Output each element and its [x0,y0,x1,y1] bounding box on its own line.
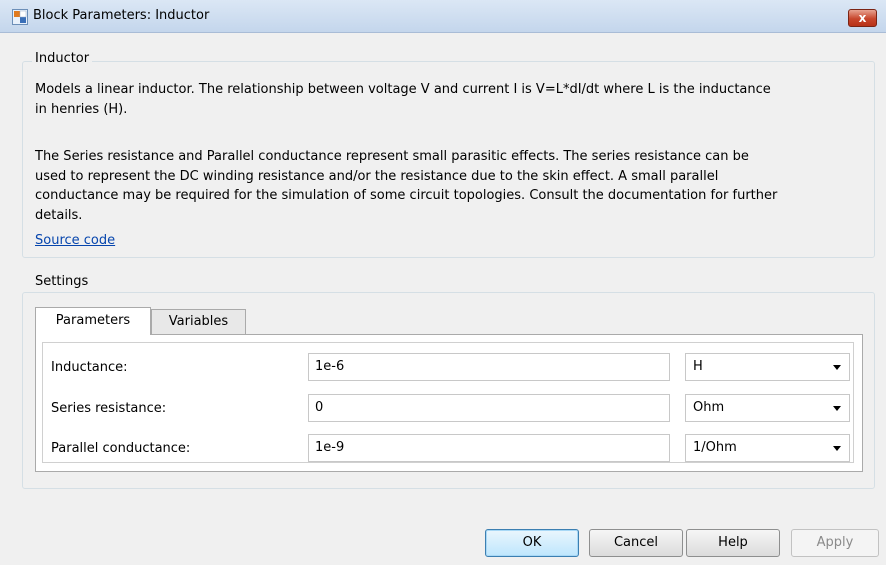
parallel-conductance-input[interactable]: 1e-9 [308,434,670,462]
chevron-down-icon [833,406,841,411]
settings-group-label: Settings [32,274,92,289]
parallel-conductance-unit-value: 1/Ohm [693,440,737,455]
dialog-window: Block Parameters: Inductor x Inductor Mo… [0,0,886,565]
description-line: details. [35,207,83,223]
series-resistance-unit-dropdown[interactable]: Ohm [685,394,850,422]
window-title: Block Parameters: Inductor [33,8,210,23]
tab-parameters[interactable]: Parameters [35,307,151,335]
series-resistance-unit-value: Ohm [693,400,725,415]
cancel-button[interactable]: Cancel [589,529,683,557]
close-icon: x [858,11,867,25]
description-line: in henries (H). [35,101,128,117]
inductance-unit-dropdown[interactable]: H [685,353,850,381]
apply-button[interactable]: Apply [791,529,879,557]
chevron-down-icon [833,365,841,370]
series-resistance-label: Series resistance: [51,401,167,416]
description-line: Models a linear inductor. The relationsh… [35,82,771,97]
close-button[interactable]: x [848,9,877,27]
description-group-label: Inductor [32,51,93,66]
parallel-conductance-unit-dropdown[interactable]: 1/Ohm [685,434,850,462]
inductance-input[interactable]: 1e-6 [308,353,670,381]
description-line: conductance may be required for the simu… [35,188,778,203]
inductance-label: Inductance: [51,360,128,375]
title-bar[interactable]: Block Parameters: Inductor x [0,0,886,33]
source-code-link[interactable]: Source code [35,233,115,248]
description-line: The Series resistance and Parallel condu… [35,149,749,164]
inductance-unit-value: H [693,359,703,374]
description-paragraph-2: The Series resistance and Parallel condu… [35,147,870,225]
description-paragraph-1: Models a linear inductor. The relationsh… [35,80,870,119]
parallel-conductance-label: Parallel conductance: [51,441,191,456]
ok-button[interactable]: OK [485,529,579,557]
description-line: used to represent the DC winding resista… [35,168,719,184]
help-button[interactable]: Help [686,529,780,557]
tab-variables[interactable]: Variables [151,309,246,334]
simulink-block-icon [12,9,28,25]
chevron-down-icon [833,446,841,451]
series-resistance-input[interactable]: 0 [308,394,670,422]
